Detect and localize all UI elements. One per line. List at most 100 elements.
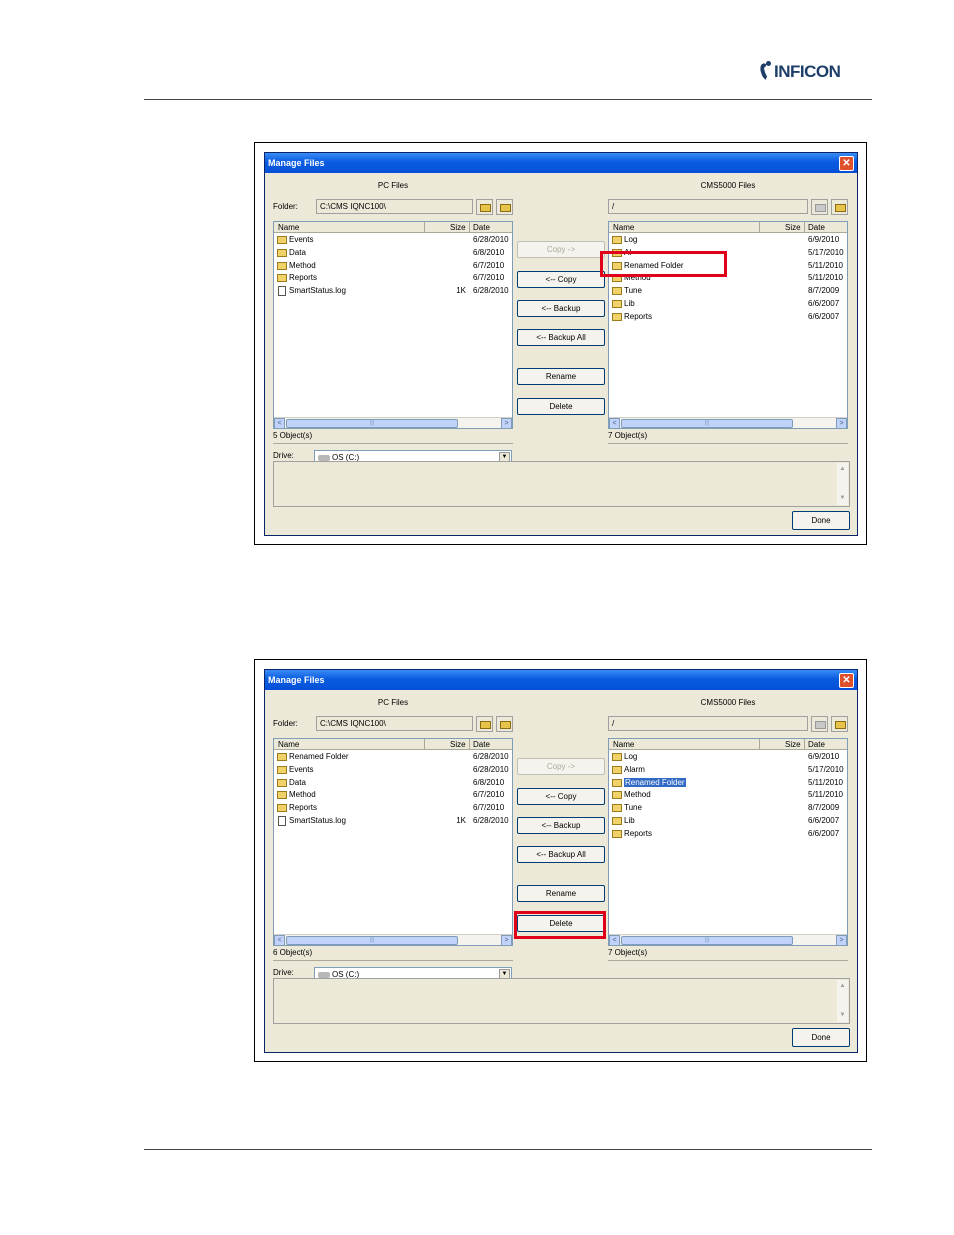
- message-area[interactable]: ▲ ▼: [273, 978, 850, 1024]
- file-date: 6/6/2007: [808, 299, 840, 308]
- scroll-left-arrow[interactable]: <: [609, 935, 620, 945]
- delete-button[interactable]: Delete: [517, 398, 605, 415]
- size-column-header[interactable]: Size: [785, 223, 801, 232]
- file-row[interactable]: Events 6/28/2010: [274, 234, 512, 247]
- vertical-scrollbar[interactable]: ▲ ▼: [837, 463, 848, 505]
- copy-to-pc-button[interactable]: Copy ->: [517, 758, 605, 775]
- cms-up-folder-button[interactable]: [811, 716, 828, 732]
- file-row[interactable]: Reports 6/6/2007: [609, 828, 847, 841]
- scroll-down-arrow[interactable]: ▼: [838, 1011, 847, 1020]
- name-column-header[interactable]: Name: [613, 223, 634, 232]
- file-row[interactable]: Renamed Folder 6/28/2010: [274, 751, 512, 764]
- file-row[interactable]: Reports 6/7/2010: [274, 802, 512, 815]
- file-row[interactable]: Tune 8/7/2009: [609, 802, 847, 815]
- column-separator[interactable]: [759, 739, 760, 750]
- date-column-header[interactable]: Date: [473, 223, 490, 232]
- horizontal-scrollbar[interactable]: < ||| >: [609, 417, 847, 428]
- size-column-header[interactable]: Size: [450, 740, 466, 749]
- file-row[interactable]: Method 6/7/2010: [274, 260, 512, 273]
- pc-path-field[interactable]: C:\CMS IQNC100\: [316, 199, 473, 214]
- file-row[interactable]: Renamed Folder 5/11/2010: [609, 777, 847, 790]
- column-separator[interactable]: [759, 222, 760, 233]
- scroll-right-arrow[interactable]: >: [501, 418, 512, 428]
- name-column-header[interactable]: Name: [278, 223, 299, 232]
- file-row[interactable]: Log 6/9/2010: [609, 751, 847, 764]
- column-header: Name Size Date: [274, 739, 512, 750]
- file-row[interactable]: Lib 6/6/2007: [609, 815, 847, 828]
- file-row[interactable]: SmartStatus.log 1K 6/28/2010: [274, 285, 512, 298]
- cms-path-field[interactable]: /: [608, 716, 808, 731]
- horizontal-scrollbar[interactable]: < ||| >: [274, 934, 512, 945]
- pc-file-list[interactable]: Name Size Date Events 6/28/2010 Data 6/8/2010 M…: [273, 221, 513, 429]
- up-folder-icon: [815, 721, 826, 729]
- scroll-right-arrow[interactable]: >: [836, 935, 847, 945]
- backup-button[interactable]: <-- Backup: [517, 300, 605, 317]
- date-column-header[interactable]: Date: [808, 223, 825, 232]
- copy-button[interactable]: <-- Copy: [517, 788, 605, 805]
- file-row[interactable]: Log 6/9/2010: [609, 234, 847, 247]
- backup-all-button[interactable]: <-- Backup All: [517, 329, 605, 346]
- file-row[interactable]: Alarm 5/17/2010: [609, 764, 847, 777]
- copy-button[interactable]: <-- Copy: [517, 271, 605, 288]
- file-row[interactable]: Reports 6/7/2010: [274, 272, 512, 285]
- size-column-header[interactable]: Size: [450, 223, 466, 232]
- pc-new-folder-button[interactable]: [496, 716, 513, 732]
- pc-up-folder-button[interactable]: [476, 716, 493, 732]
- cms-up-folder-button[interactable]: [811, 199, 828, 215]
- copy-to-pc-button[interactable]: Copy ->: [517, 241, 605, 258]
- done-button[interactable]: Done: [792, 511, 850, 530]
- file-row[interactable]: Tune 8/7/2009: [609, 285, 847, 298]
- close-button[interactable]: ✕: [839, 673, 854, 688]
- column-separator[interactable]: [424, 222, 425, 233]
- pc-new-folder-button[interactable]: [496, 199, 513, 215]
- backup-all-button[interactable]: <-- Backup All: [517, 846, 605, 863]
- scroll-right-arrow[interactable]: >: [836, 418, 847, 428]
- folder-icon: [277, 248, 287, 257]
- name-column-header[interactable]: Name: [278, 740, 299, 749]
- date-column-header[interactable]: Date: [808, 740, 825, 749]
- rename-button[interactable]: Rename: [517, 885, 605, 902]
- column-separator[interactable]: [469, 739, 470, 750]
- close-button[interactable]: ✕: [839, 156, 854, 171]
- file-row[interactable]: Data 6/8/2010: [274, 247, 512, 260]
- scroll-thumb[interactable]: |||: [621, 419, 793, 428]
- scroll-up-arrow[interactable]: ▲: [838, 982, 847, 991]
- column-separator[interactable]: [804, 739, 805, 750]
- scroll-right-arrow[interactable]: >: [501, 935, 512, 945]
- horizontal-scrollbar[interactable]: < ||| >: [274, 417, 512, 428]
- date-column-header[interactable]: Date: [473, 740, 490, 749]
- scroll-down-arrow[interactable]: ▼: [838, 494, 847, 503]
- scroll-up-arrow[interactable]: ▲: [838, 465, 847, 474]
- rename-button[interactable]: Rename: [517, 368, 605, 385]
- scroll-left-arrow[interactable]: <: [274, 935, 285, 945]
- done-button[interactable]: Done: [792, 1028, 850, 1047]
- file-row[interactable]: Method 5/11/2010: [609, 789, 847, 802]
- column-separator[interactable]: [424, 739, 425, 750]
- pc-file-list[interactable]: Name Size Date Renamed Folder 6/28/2010 Event…: [273, 738, 513, 946]
- pc-path-field[interactable]: C:\CMS IQNC100\: [316, 716, 473, 731]
- name-column-header[interactable]: Name: [613, 740, 634, 749]
- scroll-thumb[interactable]: |||: [621, 936, 793, 945]
- cms-file-list[interactable]: Name Size Date Log 6/9/2010 Alarm 5/17/2010 Ren…: [608, 738, 848, 946]
- file-row[interactable]: Events 6/28/2010: [274, 764, 512, 777]
- scroll-left-arrow[interactable]: <: [609, 418, 620, 428]
- cms-path-field[interactable]: /: [608, 199, 808, 214]
- horizontal-scrollbar[interactable]: < ||| >: [609, 934, 847, 945]
- scroll-thumb[interactable]: |||: [286, 936, 458, 945]
- size-column-header[interactable]: Size: [785, 740, 801, 749]
- column-separator[interactable]: [804, 222, 805, 233]
- cms-new-folder-button[interactable]: [831, 199, 848, 215]
- backup-button[interactable]: <-- Backup: [517, 817, 605, 834]
- column-separator[interactable]: [469, 222, 470, 233]
- cms-new-folder-button[interactable]: [831, 716, 848, 732]
- scroll-thumb[interactable]: |||: [286, 419, 458, 428]
- file-row[interactable]: SmartStatus.log 1K 6/28/2010: [274, 815, 512, 828]
- vertical-scrollbar[interactable]: ▲ ▼: [837, 980, 848, 1022]
- file-row[interactable]: Method 6/7/2010: [274, 789, 512, 802]
- pc-up-folder-button[interactable]: [476, 199, 493, 215]
- scroll-left-arrow[interactable]: <: [274, 418, 285, 428]
- file-row[interactable]: Data 6/8/2010: [274, 777, 512, 790]
- file-row[interactable]: Reports 6/6/2007: [609, 311, 847, 324]
- message-area[interactable]: ▲ ▼: [273, 461, 850, 507]
- file-row[interactable]: Lib 6/6/2007: [609, 298, 847, 311]
